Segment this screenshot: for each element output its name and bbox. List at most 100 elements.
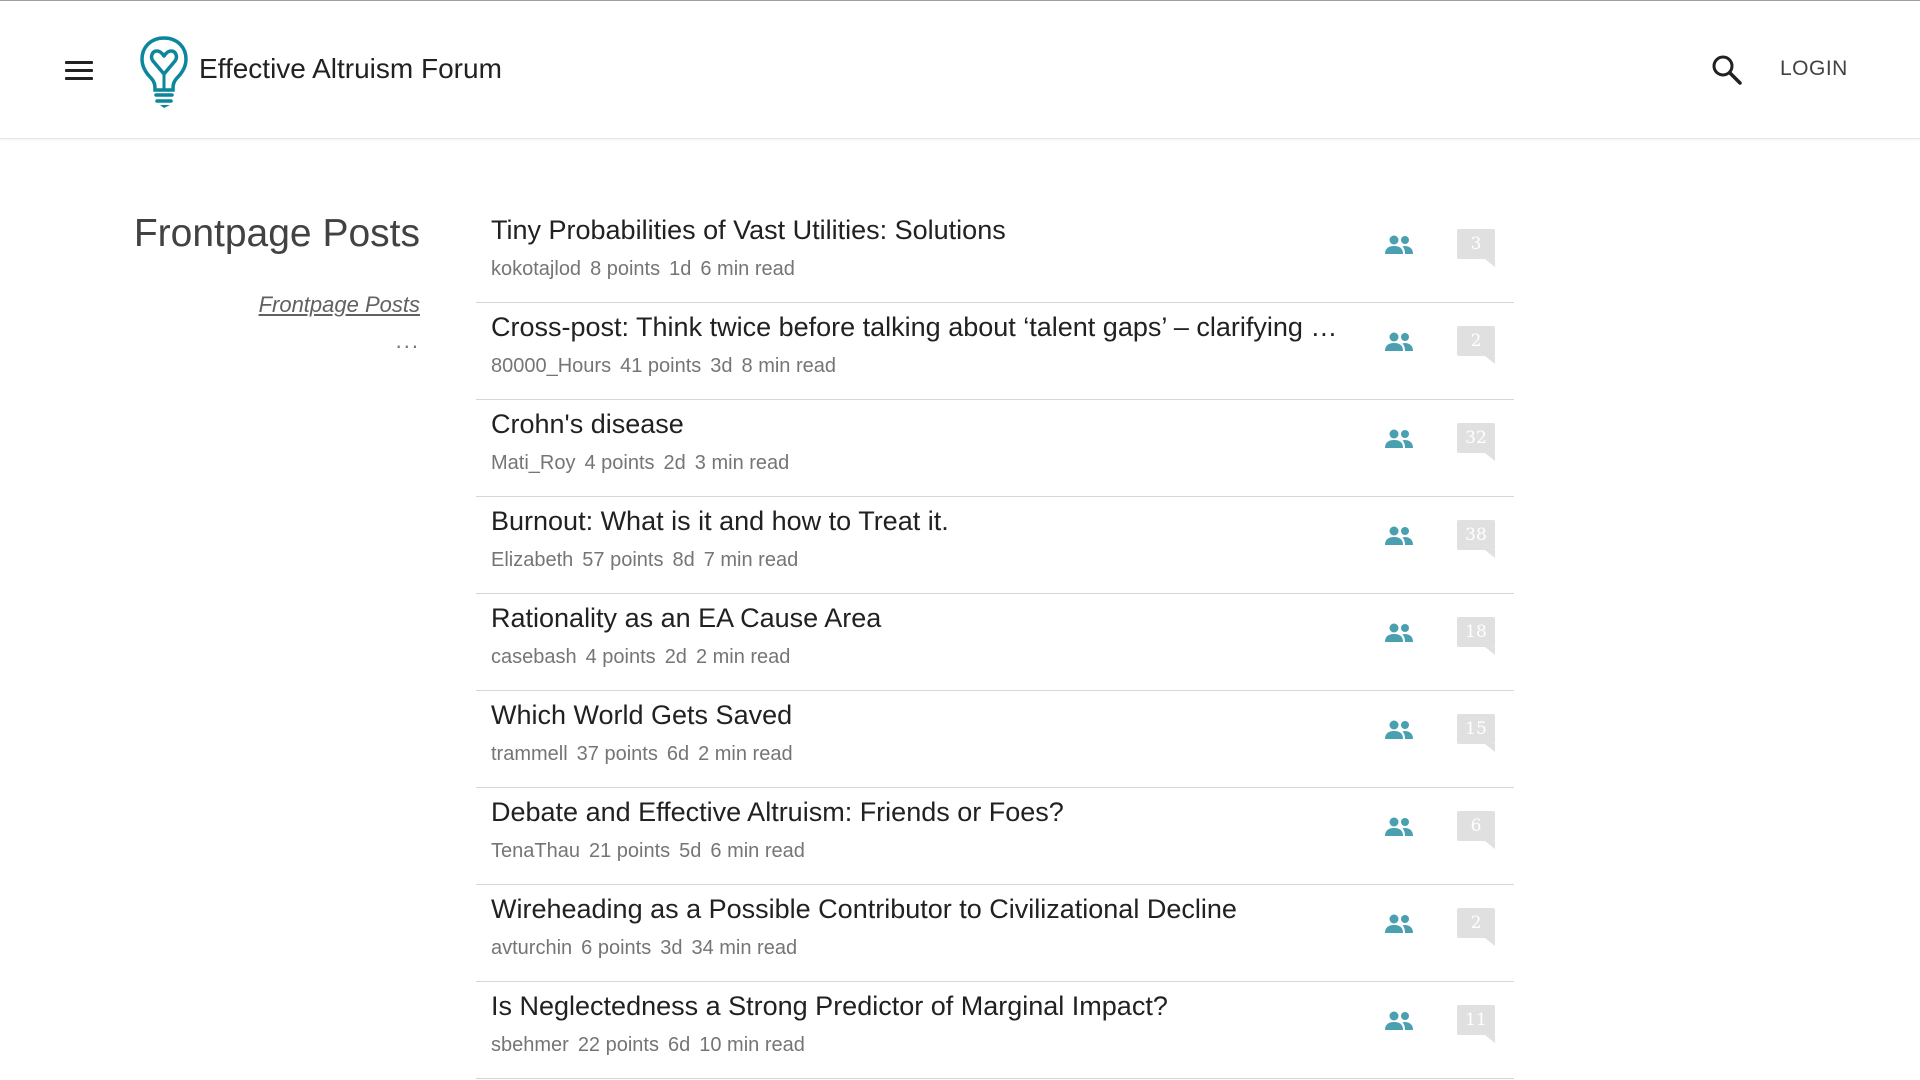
post-age: 2d — [663, 452, 686, 474]
app-header: Effective Altruism Forum LOGIN — [0, 1, 1920, 139]
post-meta: Elizabeth 57 points 8d 7 min read — [491, 549, 807, 572]
post-author[interactable]: TenaThau — [491, 840, 580, 862]
post-item: Debate and Effective Altruism: Friends o… — [476, 788, 1514, 885]
post-points: 4 points — [585, 646, 656, 668]
post-title[interactable]: Which World Gets Saved — [491, 700, 1351, 731]
page-title: Frontpage Posts — [133, 212, 420, 255]
post-title[interactable]: Is Neglectedness a Strong Predictor of M… — [491, 991, 1351, 1022]
post-author[interactable]: 80000_Hours — [491, 355, 611, 377]
post-read-time: 2 min read — [698, 743, 793, 765]
post-author[interactable]: casebash — [491, 646, 577, 668]
site-title[interactable]: Effective Altruism Forum — [199, 53, 502, 85]
comment-count: 2 — [1457, 326, 1495, 356]
comment-count-button[interactable]: 18 — [1457, 617, 1495, 655]
post-title[interactable]: Debate and Effective Altruism: Friends o… — [491, 797, 1351, 828]
post-author[interactable]: Mati_Roy — [491, 452, 575, 474]
post-meta: 80000_Hours 41 points 3d 8 min read — [491, 355, 845, 378]
post-read-time: 8 min read — [741, 355, 837, 377]
post-item: Cross-post: Think twice before talking a… — [476, 303, 1514, 400]
post-points: 57 points — [582, 549, 664, 571]
comment-count-button[interactable]: 38 — [1457, 520, 1495, 558]
more-options-button[interactable]: ... — [396, 328, 420, 354]
post-meta: TenaThau 21 points 5d 6 min read — [491, 840, 814, 863]
people-icon — [1385, 914, 1413, 933]
post-item: Wireheading as a Possible Contributor to… — [476, 885, 1514, 982]
post-item: Which World Gets Saved trammell 37 points… — [476, 691, 1514, 788]
post-meta: trammell 37 points 6d 2 min read — [491, 743, 802, 766]
post-points: 41 points — [620, 355, 702, 377]
frontpage-posts-link[interactable]: Frontpage Posts — [259, 292, 420, 318]
comment-count: 6 — [1457, 811, 1495, 841]
post-item: Crohn's disease Mati_Roy 4 points 2d 3 min … — [476, 400, 1514, 497]
post-title[interactable]: Cross-post: Think twice before talking a… — [491, 312, 1351, 343]
post-title[interactable]: Crohn's disease — [491, 409, 1351, 440]
post-points: 6 points — [581, 937, 652, 959]
post-read-time: 6 min read — [710, 840, 805, 862]
people-icon — [1385, 332, 1413, 351]
comment-count-button[interactable]: 3 — [1457, 229, 1495, 267]
post-meta: casebash 4 points 2d 2 min read — [491, 646, 799, 669]
comment-count: 2 — [1457, 908, 1495, 938]
post-item: Rationality as an EA Cause Area casebash… — [476, 594, 1514, 691]
people-icon — [1385, 526, 1413, 545]
post-read-time: 10 min read — [699, 1034, 805, 1056]
post-meta: sbehmer 22 points 6d 10 min read — [491, 1034, 814, 1057]
post-meta: kokotajlod 8 points 1d 6 min read — [491, 258, 804, 281]
post-author[interactable]: sbehmer — [491, 1034, 569, 1056]
people-icon — [1385, 429, 1413, 448]
post-age: 1d — [669, 258, 692, 280]
people-icon — [1385, 817, 1413, 836]
post-item: Is Neglectedness a Strong Predictor of M… — [476, 982, 1514, 1079]
post-points: 22 points — [577, 1034, 659, 1056]
post-item: Tiny Probabilities of Vast Utilities: So… — [476, 206, 1514, 303]
post-title[interactable]: Wireheading as a Possible Contributor to… — [491, 894, 1351, 925]
post-item: Burnout: What is it and how to Treat it.… — [476, 497, 1514, 594]
site-logo-icon[interactable] — [138, 34, 190, 108]
post-read-time: 6 min read — [700, 258, 795, 280]
post-read-time: 2 min read — [695, 646, 791, 668]
login-button[interactable]: LOGIN — [1780, 57, 1848, 81]
people-icon — [1385, 623, 1413, 642]
post-author[interactable]: kokotajlod — [491, 258, 581, 280]
people-icon — [1385, 1011, 1413, 1030]
comment-count: 38 — [1457, 520, 1495, 550]
post-read-time: 34 min read — [691, 937, 798, 959]
post-meta: Mati_Roy 4 points 2d 3 min read — [491, 452, 798, 475]
comment-count-button[interactable]: 6 — [1457, 811, 1495, 849]
comment-count-button[interactable]: 15 — [1457, 714, 1495, 752]
comment-count: 3 — [1457, 229, 1495, 259]
post-read-time: 3 min read — [694, 452, 790, 474]
post-title[interactable]: Burnout: What is it and how to Treat it. — [491, 506, 1351, 537]
comment-count-button[interactable]: 2 — [1457, 326, 1495, 364]
post-points: 8 points — [590, 258, 661, 280]
post-points: 37 points — [576, 743, 658, 765]
post-author[interactable]: Elizabeth — [491, 549, 573, 571]
post-title[interactable]: Rationality as an EA Cause Area — [491, 603, 1351, 634]
post-title[interactable]: Tiny Probabilities of Vast Utilities: So… — [491, 215, 1351, 246]
post-list: Tiny Probabilities of Vast Utilities: So… — [476, 206, 1514, 1079]
comment-count-button[interactable]: 32 — [1457, 423, 1495, 461]
comment-count-button[interactable]: 11 — [1457, 1005, 1495, 1043]
post-age: 5d — [679, 840, 702, 862]
post-meta: avturchin 6 points 3d 34 min read — [491, 937, 806, 960]
post-age: 3d — [660, 937, 683, 959]
post-author[interactable]: avturchin — [491, 937, 572, 959]
comment-count: 18 — [1457, 617, 1495, 647]
post-points: 21 points — [588, 840, 671, 862]
post-read-time: 7 min read — [703, 549, 799, 571]
comment-count: 11 — [1457, 1005, 1495, 1035]
post-age: 3d — [710, 355, 733, 377]
post-age: 6d — [666, 743, 690, 765]
people-icon — [1385, 720, 1413, 739]
people-icon — [1385, 235, 1413, 254]
post-author[interactable]: trammell — [491, 743, 568, 765]
comment-count: 32 — [1457, 423, 1495, 453]
post-age: 8d — [672, 549, 695, 571]
search-icon[interactable] — [1710, 53, 1744, 87]
post-points: 4 points — [584, 452, 655, 474]
comment-count-button[interactable]: 2 — [1457, 908, 1495, 946]
menu-button[interactable] — [62, 57, 98, 85]
post-age: 6d — [667, 1034, 691, 1056]
post-age: 2d — [664, 646, 687, 668]
comment-count: 15 — [1457, 714, 1495, 744]
